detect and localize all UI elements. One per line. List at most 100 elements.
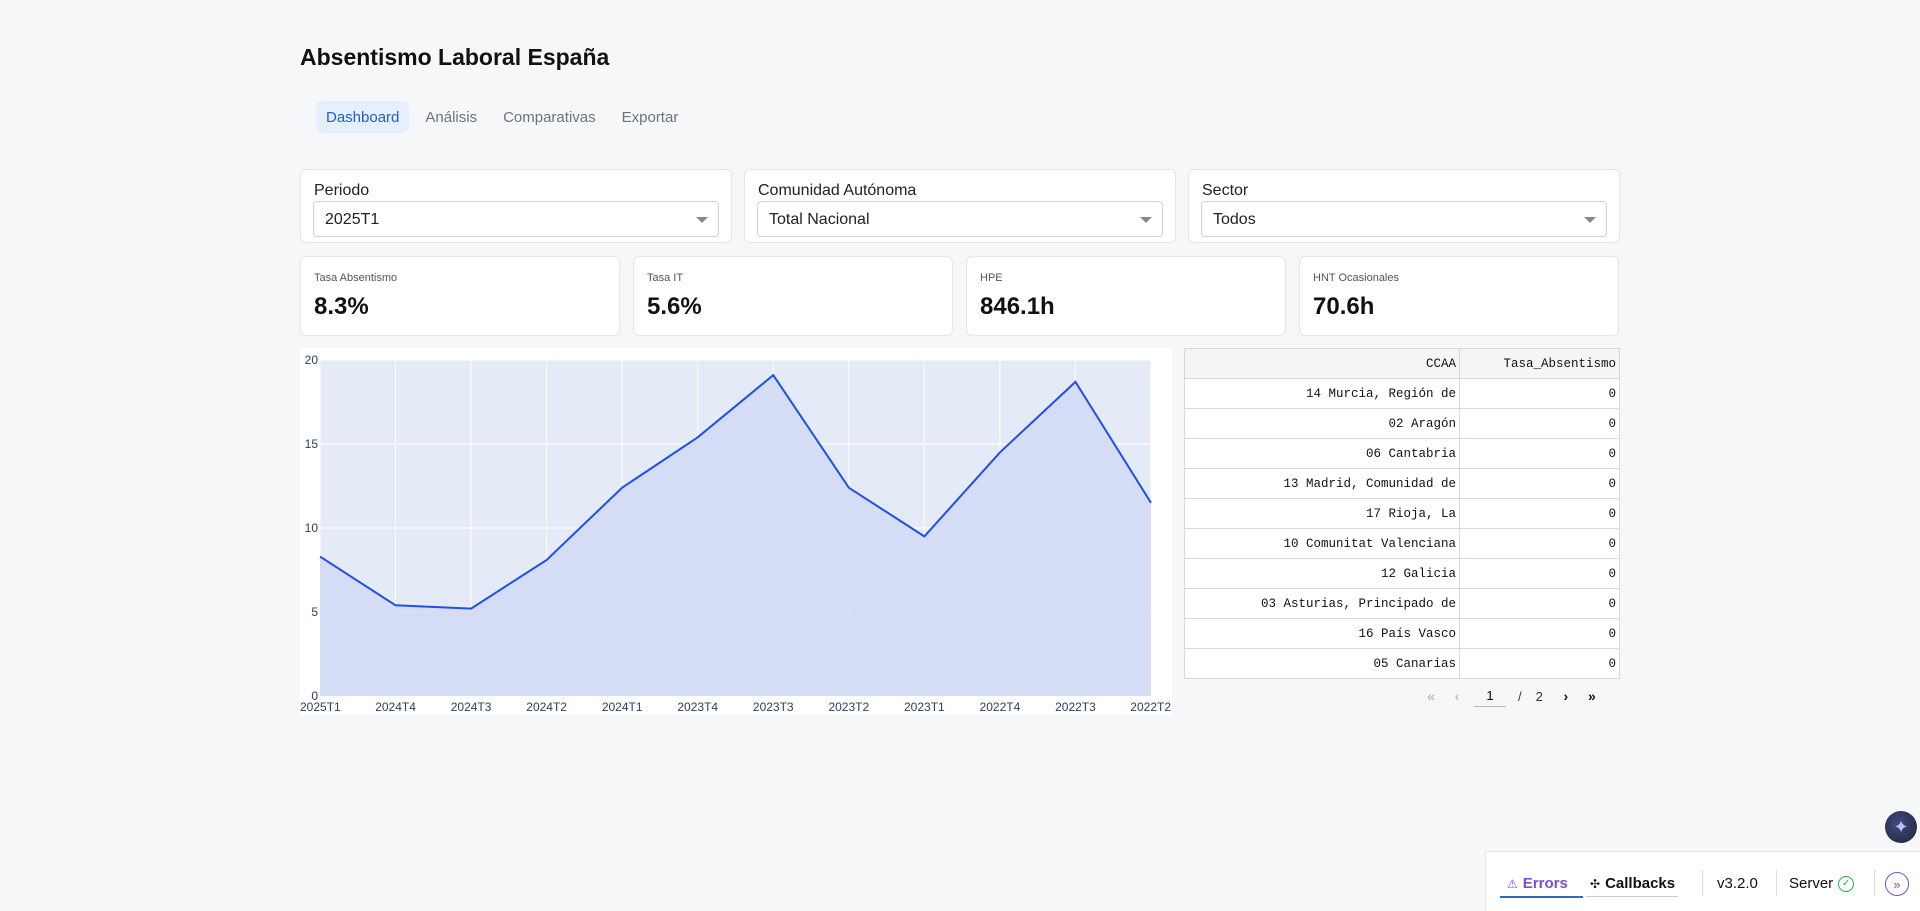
callbacks-icon: ✣: [1590, 876, 1601, 891]
pagination: « ‹ / 2 › »: [1418, 685, 1605, 707]
tasa-cell[interactable]: 0: [1459, 378, 1620, 409]
version-label: v3.2.0: [1717, 875, 1758, 892]
callbacks-tab[interactable]: ✣ Callbacks: [1590, 875, 1675, 892]
periodo-select[interactable]: 2025T1: [313, 201, 719, 237]
divider: [1874, 870, 1875, 896]
y-tick-label: 20: [305, 353, 319, 367]
ccaa-cell[interactable]: 05 Canarias: [1184, 648, 1460, 679]
x-tick-label: 2022T2: [1130, 700, 1171, 714]
tab-comparativas[interactable]: Comparativas: [493, 101, 606, 133]
x-tick-label: 2024T1: [602, 700, 643, 714]
sparkle-assistant-icon[interactable]: ✦: [1885, 811, 1917, 843]
ccaa-select-value: Total Nacional: [769, 211, 870, 228]
y-tick-label: 5: [311, 605, 318, 619]
kpi-hpe: HPE 846.1h: [966, 256, 1286, 336]
divider: [1776, 870, 1777, 896]
tasa-cell[interactable]: 0: [1459, 438, 1620, 469]
x-tick-label: 2025T1: [300, 700, 341, 714]
tasa-cell[interactable]: 0: [1459, 588, 1620, 619]
x-tick-label: 2024T4: [375, 700, 416, 714]
chart-svg: 051015202025T1 2024T4 2024T3 2024T2 2024T1 20…: [300, 353, 1171, 714]
table-row: 13 Madrid, Comunidad de 0: [1184, 468, 1620, 499]
tasa-cell[interactable]: 0: [1459, 498, 1620, 529]
sector-filter-card: Sector Todos: [1188, 169, 1620, 243]
next-page-icon[interactable]: ›: [1553, 685, 1579, 707]
ccaa-filter-card: Comunidad Autónoma Total Nacional: [744, 169, 1176, 243]
ccaa-cell[interactable]: 13 Madrid, Comunidad de: [1184, 468, 1460, 499]
table-header-row: CCAA Tasa_Absentismo: [1184, 348, 1620, 379]
caret-down-icon: [696, 217, 708, 223]
x-tick-label: 2022T3: [1055, 700, 1096, 714]
kpi-tasa-absentismo: Tasa Absentismo 8.3%: [300, 256, 620, 336]
periodo-label: Periodo: [314, 182, 370, 199]
expand-icon[interactable]: »: [1885, 872, 1909, 896]
kpi-value: 70.6h: [1313, 293, 1375, 320]
server-label: Server: [1789, 875, 1834, 892]
table-row: 03 Asturias, Principado de 0: [1184, 588, 1620, 619]
table-row: 17 Rioja, La 0: [1184, 498, 1620, 529]
kpi-label: Tasa Absentismo: [314, 272, 398, 284]
ccaa-cell[interactable]: 03 Asturias, Principado de: [1184, 588, 1460, 619]
prev-page-icon[interactable]: ‹: [1444, 685, 1470, 707]
callbacks-label: Callbacks: [1605, 875, 1676, 892]
kpi-hnt-ocasionales: HNT Ocasionales 70.6h: [1299, 256, 1619, 336]
x-tick-label: 2024T2: [526, 700, 567, 714]
last-page-icon[interactable]: »: [1579, 685, 1605, 707]
ccaa-label: Comunidad Autónoma: [758, 182, 917, 199]
kpi-label: HNT Ocasionales: [1313, 272, 1399, 284]
tasa-cell[interactable]: 0: [1459, 408, 1620, 439]
table-row: 16 País Vasco 0: [1184, 618, 1620, 649]
ccaa-select[interactable]: Total Nacional: [757, 201, 1163, 237]
kpi-tasa-it: Tasa IT 5.6%: [633, 256, 953, 336]
errors-tab-underline: [1500, 896, 1583, 898]
tasa-cell[interactable]: 0: [1459, 468, 1620, 499]
kpi-value: 5.6%: [647, 293, 702, 320]
column-header-ccaa[interactable]: CCAA: [1184, 348, 1460, 379]
table-row: 10 Comunitat Valenciana 0: [1184, 528, 1620, 559]
tab-bar: Dashboard Análisis Comparativas Exportar: [316, 101, 688, 133]
x-tick-label: 2023T3: [753, 700, 794, 714]
ccaa-cell[interactable]: 17 Rioja, La: [1184, 498, 1460, 529]
page-title: Absentismo Laboral España: [300, 44, 610, 70]
server-status[interactable]: Server ✓: [1789, 875, 1855, 892]
y-tick-label: 10: [305, 521, 319, 535]
table-row: 14 Murcia, Región de 0: [1184, 378, 1620, 409]
tasa-cell[interactable]: 0: [1459, 528, 1620, 559]
kpi-label: Tasa IT: [647, 272, 684, 284]
table-row: 06 Cantabria 0: [1184, 438, 1620, 469]
x-tick-label: 2022T4: [980, 700, 1021, 714]
kpi-value: 8.3%: [314, 293, 369, 320]
x-tick-label: 2023T4: [677, 700, 718, 714]
tab-dashboard[interactable]: Dashboard: [316, 101, 410, 133]
y-tick-label: 15: [305, 437, 319, 451]
sector-label: Sector: [1202, 182, 1249, 199]
first-page-icon[interactable]: «: [1418, 685, 1444, 707]
column-header-tasa[interactable]: Tasa_Absentismo: [1459, 348, 1620, 379]
tasa-cell[interactable]: 0: [1459, 648, 1620, 679]
kpi-label: HPE: [980, 272, 1003, 284]
ccaa-cell[interactable]: 10 Comunitat Valenciana: [1184, 528, 1460, 559]
kpi-value: 846.1h: [980, 293, 1055, 320]
ccaa-cell[interactable]: 14 Murcia, Región de: [1184, 378, 1460, 409]
caret-down-icon: [1140, 217, 1152, 223]
tab-analisis[interactable]: Análisis: [415, 101, 487, 133]
caret-down-icon: [1584, 217, 1596, 223]
ccaa-table: CCAA Tasa_Absentismo 14 Murcia, Región d…: [1184, 348, 1620, 679]
page-number-input[interactable]: [1474, 685, 1506, 707]
divider: [1702, 870, 1703, 896]
ccaa-cell[interactable]: 02 Aragón: [1184, 408, 1460, 439]
tasa-cell[interactable]: 0: [1459, 558, 1620, 589]
callbacks-tab-underline: [1586, 896, 1678, 897]
page-total: 2: [1535, 688, 1543, 704]
ccaa-cell[interactable]: 16 País Vasco: [1184, 618, 1460, 649]
table-row: 12 Galicia 0: [1184, 558, 1620, 589]
sector-select-value: Todos: [1213, 211, 1256, 228]
ccaa-cell[interactable]: 12 Galicia: [1184, 558, 1460, 589]
sector-select[interactable]: Todos: [1201, 201, 1607, 237]
errors-tab[interactable]: ⚠ Errors: [1507, 875, 1568, 892]
tasa-cell[interactable]: 0: [1459, 618, 1620, 649]
tab-exportar[interactable]: Exportar: [612, 101, 689, 133]
dev-tools-bar: ⚠ Errors ✣ Callbacks v3.2.0 Server ✓ »: [1485, 851, 1920, 911]
absentismo-area-chart[interactable]: 0 5 10 15 20 2025T1 2024T4 2024T3 2024T2 2024T1 20…: [300, 348, 1172, 715]
ccaa-cell[interactable]: 06 Cantabria: [1184, 438, 1460, 469]
